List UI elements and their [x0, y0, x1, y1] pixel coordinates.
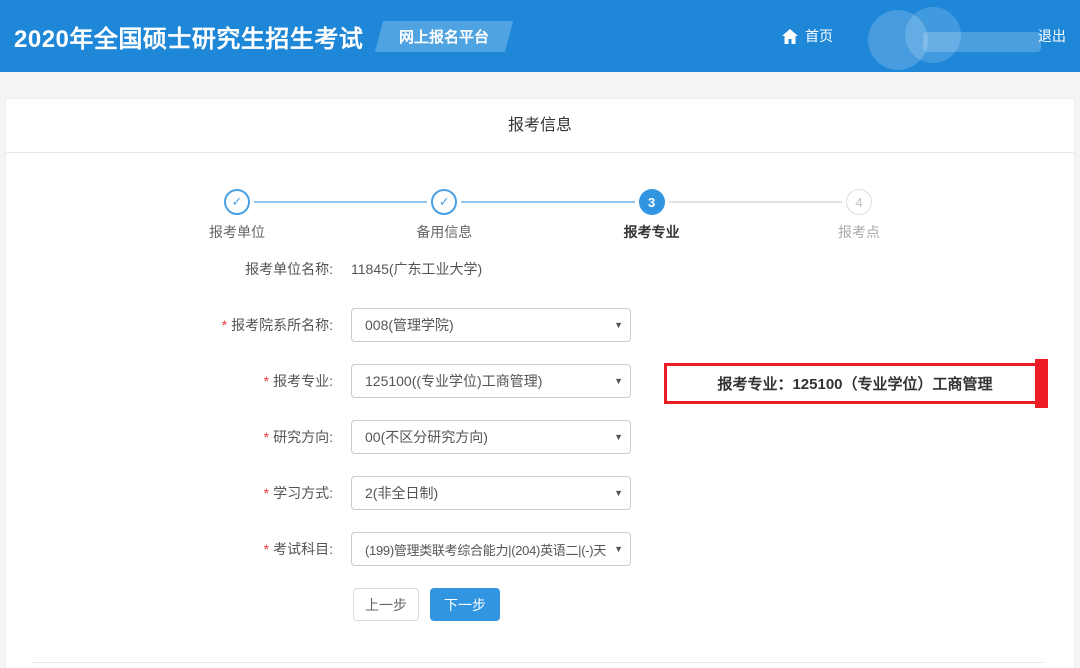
- form-row-department: *报考院系所名称: 008(管理学院) ▼: [6, 308, 1074, 342]
- form-row-unit-name: 报考单位名称: 11845(广东工业大学): [6, 252, 1074, 286]
- step-circle-baokaodian: 4: [846, 189, 872, 215]
- step-circle-baokaozhuanye: 3: [639, 189, 665, 215]
- bottom-divider: [31, 662, 1044, 663]
- required-marker: *: [264, 485, 269, 501]
- field-label: *报考院系所名称:: [6, 308, 333, 342]
- step-connector: [254, 201, 427, 203]
- header-actions: 首页 退出: [782, 0, 1080, 72]
- registration-form: 报考单位名称: 11845(广东工业大学) *报考院系所名称: 008(管理学院…: [6, 252, 1074, 621]
- previous-step-button[interactable]: 上一步: [353, 588, 419, 621]
- step-label-baokaozhuanye: 报考专业: [582, 222, 722, 242]
- field-label: *研究方向:: [6, 420, 333, 454]
- redacted-username: [833, 0, 1038, 72]
- step-circle-baokaodanwei: ✓: [224, 189, 250, 215]
- dropdown-caret-icon: ▼: [614, 488, 623, 498]
- required-marker: *: [264, 429, 269, 445]
- required-marker: *: [264, 373, 269, 389]
- dropdown-caret-icon: ▼: [614, 544, 623, 554]
- home-label: 首页: [805, 26, 833, 46]
- form-row-exam-subjects: *考试科目: (199)管理类联考综合能力|(204)英语二|(-)天 ▼: [6, 532, 1074, 566]
- step-circle-beiyongxinxi: ✓: [431, 189, 457, 215]
- field-label: *报考专业:: [6, 364, 333, 398]
- field-label: *学习方式:: [6, 476, 333, 510]
- research-direction-select[interactable]: 00(不区分研究方向) ▼: [351, 420, 631, 454]
- major-select[interactable]: 125100((专业学位)工商管理) ▼: [351, 364, 631, 398]
- form-buttons: 上一步 下一步: [353, 588, 1074, 621]
- platform-badge: 网上报名平台: [375, 21, 513, 52]
- app-title: 2020年全国硕士研究生招生考试: [14, 19, 363, 54]
- step-progress: ✓ ✓ 3 4 报考单位 备用信息 报考专业 报考点: [237, 189, 859, 241]
- page-title: 报考信息: [6, 99, 1074, 153]
- step-label-baokaodanwei: 报考单位: [167, 222, 307, 242]
- form-row-research-direction: *研究方向: 00(不区分研究方向) ▼: [6, 420, 1074, 454]
- dropdown-caret-icon: ▼: [614, 376, 623, 386]
- field-label: 报考单位名称:: [6, 252, 333, 286]
- app-header: 2020年全国硕士研究生招生考试 网上报名平台 首页 退出: [0, 0, 1080, 72]
- platform-badge-label: 网上报名平台: [399, 26, 489, 47]
- required-marker: *: [222, 317, 227, 333]
- exam-subjects-select[interactable]: (199)管理类联考综合能力|(204)英语二|(-)天 ▼: [351, 532, 631, 566]
- next-step-button[interactable]: 下一步: [430, 588, 500, 621]
- dropdown-caret-icon: ▼: [614, 432, 623, 442]
- required-marker: *: [264, 541, 269, 557]
- form-row-study-mode: *学习方式: 2(非全日制) ▼: [6, 476, 1074, 510]
- step-label-baokaodian: 报考点: [789, 222, 929, 242]
- step-connector: [669, 201, 842, 203]
- home-link[interactable]: 首页: [782, 26, 833, 46]
- logout-link[interactable]: 退出: [1038, 26, 1066, 46]
- redaction-bar: [923, 32, 1041, 52]
- dropdown-caret-icon: ▼: [614, 320, 623, 330]
- department-select[interactable]: 008(管理学院) ▼: [351, 308, 631, 342]
- step-connector: [461, 201, 634, 203]
- main-panel: 报考信息 ✓ ✓ 3 4 报考单位 备用信息 报考专业 报考点 报考单位名称: …: [5, 98, 1075, 668]
- study-mode-select[interactable]: 2(非全日制) ▼: [351, 476, 631, 510]
- field-label: *考试科目:: [6, 532, 333, 566]
- major-highlight-annotation: 报考专业：125100（专业学位）工商管理: [664, 363, 1046, 404]
- home-icon: [782, 29, 798, 44]
- step-label-beiyongxinxi: 备用信息: [374, 222, 514, 242]
- unit-name-value: 11845(广东工业大学): [351, 252, 482, 286]
